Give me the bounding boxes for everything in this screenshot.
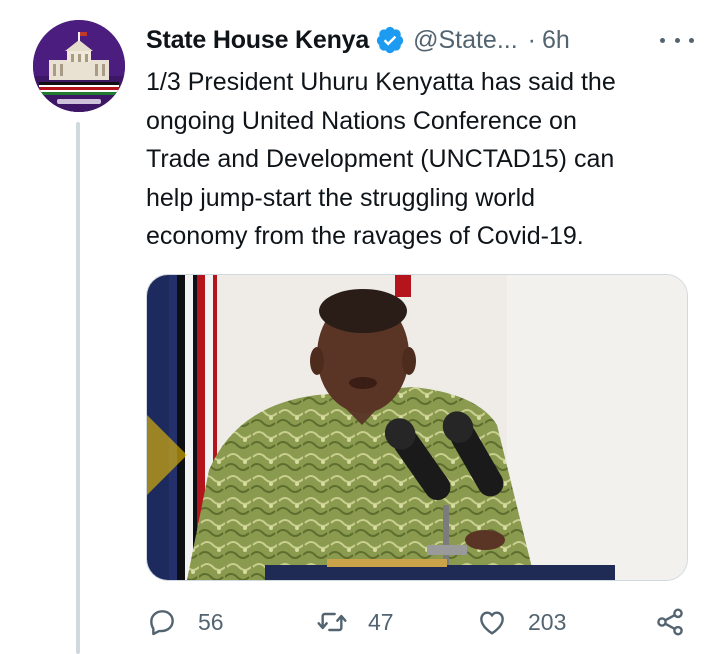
like-count: 203 [528,608,567,635]
tweet-timestamp[interactable]: 6h [542,26,570,55]
like-button[interactable]: 203 [476,600,566,644]
author-avatar[interactable] [33,20,125,112]
reply-button[interactable]: 56 [146,600,224,644]
share-button[interactable] [654,600,686,644]
thread-line [76,122,80,654]
tweet-text-line: ongoing United Nations Conference on [146,106,577,135]
time-separator: · [527,25,536,54]
retweet-button[interactable]: 47 [316,600,394,644]
president-speaking-photo [147,275,687,580]
tweet-photo[interactable] [146,274,688,581]
reply-count: 56 [198,608,224,635]
author-handle[interactable]: @State... [413,26,518,55]
verified-badge-icon [375,25,405,55]
tweet-text-line: help jump-start the struggling world [146,183,536,212]
tweet-text-line: economy from the ravages of Covid-19. [146,222,584,250]
tweet-text-line: Trade and Development (UNCTAD15) can [146,145,615,173]
heart-icon [480,611,504,635]
tweet-actions: 56 47 203 [146,600,694,644]
state-house-avatar-image [33,20,125,112]
tweet-text: 1/3 President Uhuru Kenyatta has said th… [146,63,691,256]
tweet-header: State House Kenya @State... · 6h [146,22,694,58]
share-icon [657,608,683,636]
tweet-text-line: 1/3 President Uhuru Kenyatta has said th… [146,68,616,96]
more-options-icon[interactable] [660,26,694,54]
retweet-count: 47 [368,608,394,635]
retweet-icon [317,612,347,632]
reply-icon [150,610,174,636]
tweet[interactable]: State House Kenya @State... · 6h 1/3 Pre… [0,0,717,654]
author-name[interactable]: State House Kenya [146,26,369,55]
